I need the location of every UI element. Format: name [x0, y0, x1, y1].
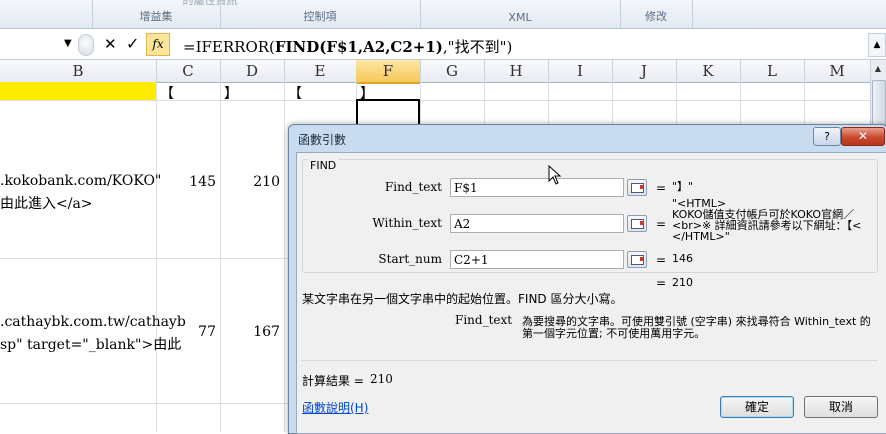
- ribbon-group-label: XML: [508, 11, 532, 24]
- formula-suffix: ,"找不到"): [442, 38, 513, 56]
- ribbon-group-controls: 控制項: [220, 0, 421, 28]
- arg-label-within-text: Within_text: [372, 216, 442, 230]
- equals-sign: =: [656, 276, 667, 290]
- column-header-row: B C D E F G H I J K L M: [0, 60, 871, 84]
- formula-prefix: =IFERROR(: [183, 38, 275, 56]
- function-description: 某文字串在另一個文字串中的起始位置。FIND 區分大小寫。: [302, 292, 623, 306]
- ok-button[interactable]: 確定: [720, 396, 794, 418]
- grid-line: [156, 82, 157, 432]
- column-header-h[interactable]: H: [484, 60, 549, 82]
- insert-function-button[interactable]: fx: [146, 33, 170, 56]
- function-name-label: FIND: [308, 159, 339, 172]
- cell-b3-line1[interactable]: .cathaybk.com.tw/cathayb: [0, 314, 186, 330]
- cell-c3[interactable]: 77: [160, 324, 216, 340]
- column-header-m[interactable]: M: [804, 60, 871, 82]
- grid-line: [0, 100, 870, 101]
- column-header-e[interactable]: E: [284, 60, 357, 82]
- ribbon-group-xml: XML: [420, 0, 621, 28]
- column-header-g[interactable]: G: [420, 60, 485, 82]
- ribbon-group-bar: 的屬性資訊 增益集 控制項 XML 修改: [0, 0, 886, 29]
- arg-label-start-num: Start_num: [378, 252, 442, 266]
- cell-c1[interactable]: 【: [160, 83, 174, 103]
- close-button[interactable]: ✕: [841, 127, 885, 146]
- formula-active-function: FIND(F$1,A2,C2+1): [274, 38, 443, 56]
- start-num-result: 146: [672, 252, 693, 265]
- highlighted-cell-b1[interactable]: [0, 82, 156, 100]
- ribbon-group-label: 控制項: [303, 10, 337, 23]
- cell-d3[interactable]: 167: [224, 324, 280, 340]
- collapse-dialog-icon[interactable]: [627, 179, 647, 196]
- ribbon-group-partial: 的屬性資訊: [0, 0, 238, 28]
- ribbon-group-label: 增益集: [139, 10, 173, 23]
- find-text-input[interactable]: F$1: [450, 178, 624, 197]
- collapse-dialog-icon[interactable]: [627, 215, 647, 232]
- scroll-up-arrow-icon[interactable]: ▲: [871, 62, 885, 76]
- collapse-dialog-icon[interactable]: [627, 251, 647, 268]
- equals-sign: =: [656, 217, 667, 231]
- column-header-l[interactable]: L: [740, 60, 805, 82]
- calc-result-value: 210: [370, 372, 393, 386]
- scrollbar-thumb[interactable]: [872, 80, 886, 128]
- column-header-f-selected[interactable]: F: [356, 60, 421, 84]
- help-button[interactable]: ?: [813, 127, 841, 146]
- arg-label-find-text: Find_text: [384, 180, 442, 194]
- cell-d2[interactable]: 210: [224, 174, 280, 190]
- grid-line: [284, 82, 285, 432]
- column-header-k[interactable]: K: [676, 60, 741, 82]
- column-header-d[interactable]: D: [220, 60, 285, 82]
- start-num-input[interactable]: C2+1: [450, 250, 624, 269]
- ribbon-group-label: 修改: [645, 10, 667, 23]
- ribbon-group-modify: 修改: [620, 0, 693, 28]
- cell-b3-line2[interactable]: sp" target="_blank">由此: [0, 334, 181, 354]
- within-text-result: "<HTML> KOKO儲值支付帳戶可於KOKO官網／ <br>※ 詳細資訊請參…: [672, 197, 862, 243]
- name-box-dropdown-icon[interactable]: ▼: [64, 38, 72, 49]
- column-header-b[interactable]: B: [0, 60, 157, 82]
- ribbon-group-addins: 增益集: [92, 0, 221, 28]
- formula-input[interactable]: =IFERROR(FIND(F$1,A2,C2+1),"找不到"): [183, 36, 512, 57]
- cancel-entry-button[interactable]: ✕: [104, 35, 117, 53]
- function-help-link[interactable]: 函數說明(H): [302, 399, 368, 416]
- cell-e1[interactable]: 【: [288, 83, 302, 103]
- enter-entry-button[interactable]: ✓: [126, 34, 139, 53]
- grid-line: [220, 82, 221, 432]
- expand-formula-bar-icon[interactable]: ▲: [868, 33, 886, 57]
- dialog-divider: [302, 360, 878, 361]
- column-header-c[interactable]: C: [156, 60, 221, 82]
- formula-bar-splitter[interactable]: [78, 34, 94, 56]
- formula-result-value: 210: [672, 276, 693, 289]
- cell-c2[interactable]: 145: [160, 174, 216, 190]
- cell-d1[interactable]: 】: [224, 83, 238, 103]
- calc-result-label: 計算結果 =: [302, 374, 364, 388]
- column-header-i[interactable]: I: [548, 60, 613, 82]
- dialog-title: 函數引數: [298, 133, 347, 147]
- cell-b2-line2[interactable]: 由此進入</a>: [0, 193, 93, 213]
- equals-sign: =: [656, 253, 667, 267]
- column-header-j[interactable]: J: [612, 60, 677, 82]
- within-text-input[interactable]: A2: [450, 214, 624, 233]
- cell-b2-line1[interactable]: .kokobank.com/KOKO": [0, 173, 161, 189]
- arg-help-label: Find_text: [455, 313, 513, 327]
- active-cell-f2[interactable]: [356, 99, 420, 127]
- arg-help-text-line2: 第一個字元位置; 不可使用萬用字元。: [522, 327, 706, 340]
- equals-sign: =: [656, 181, 667, 195]
- mouse-pointer-icon: [548, 165, 562, 185]
- find-text-result: "】": [672, 180, 694, 193]
- cancel-button[interactable]: 取消: [804, 396, 878, 418]
